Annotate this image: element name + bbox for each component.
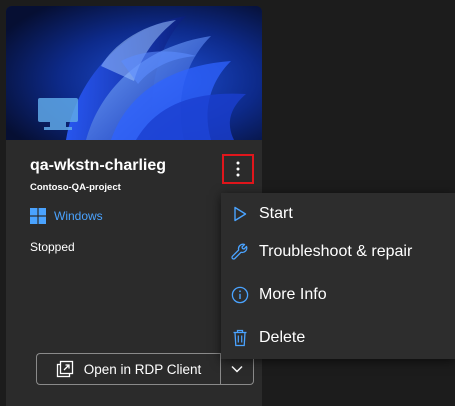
menu-item-more-info[interactable]: More Info <box>221 275 455 315</box>
status-text: Stopped <box>30 240 75 254</box>
project-name: Contoso-QA-project <box>30 182 121 193</box>
open-rdp-label: Open in RDP Client <box>83 361 202 377</box>
menu-item-label: Delete <box>259 329 306 346</box>
windows-bloom-image <box>6 6 262 140</box>
more-actions-button[interactable] <box>222 154 254 184</box>
more-vertical-icon <box>236 161 240 177</box>
play-icon <box>231 205 249 223</box>
menu-item-label: More Info <box>259 286 327 303</box>
os-label: Windows <box>54 209 103 223</box>
info-icon <box>231 286 249 304</box>
menu-item-label: Start <box>259 205 293 222</box>
dev-box-title: qa-wkstn-charlieg <box>30 157 167 174</box>
trash-icon <box>231 329 249 347</box>
windows-hero-image <box>6 6 262 140</box>
chevron-down-icon <box>231 365 243 373</box>
actions-menu: Start Troubleshoot & repair More Info De… <box>221 193 455 359</box>
open-rdp-button[interactable]: Open in RDP Client <box>36 353 220 385</box>
wrench-icon <box>231 243 249 261</box>
menu-item-delete[interactable]: Delete <box>221 318 455 358</box>
menu-item-label: Troubleshoot & repair <box>259 243 413 260</box>
menu-item-troubleshoot[interactable]: Troubleshoot & repair <box>221 232 455 272</box>
open-external-icon <box>56 360 73 378</box>
menu-item-start[interactable]: Start <box>221 194 455 234</box>
os-row: Windows <box>30 208 103 224</box>
windows-logo-icon <box>30 208 46 224</box>
